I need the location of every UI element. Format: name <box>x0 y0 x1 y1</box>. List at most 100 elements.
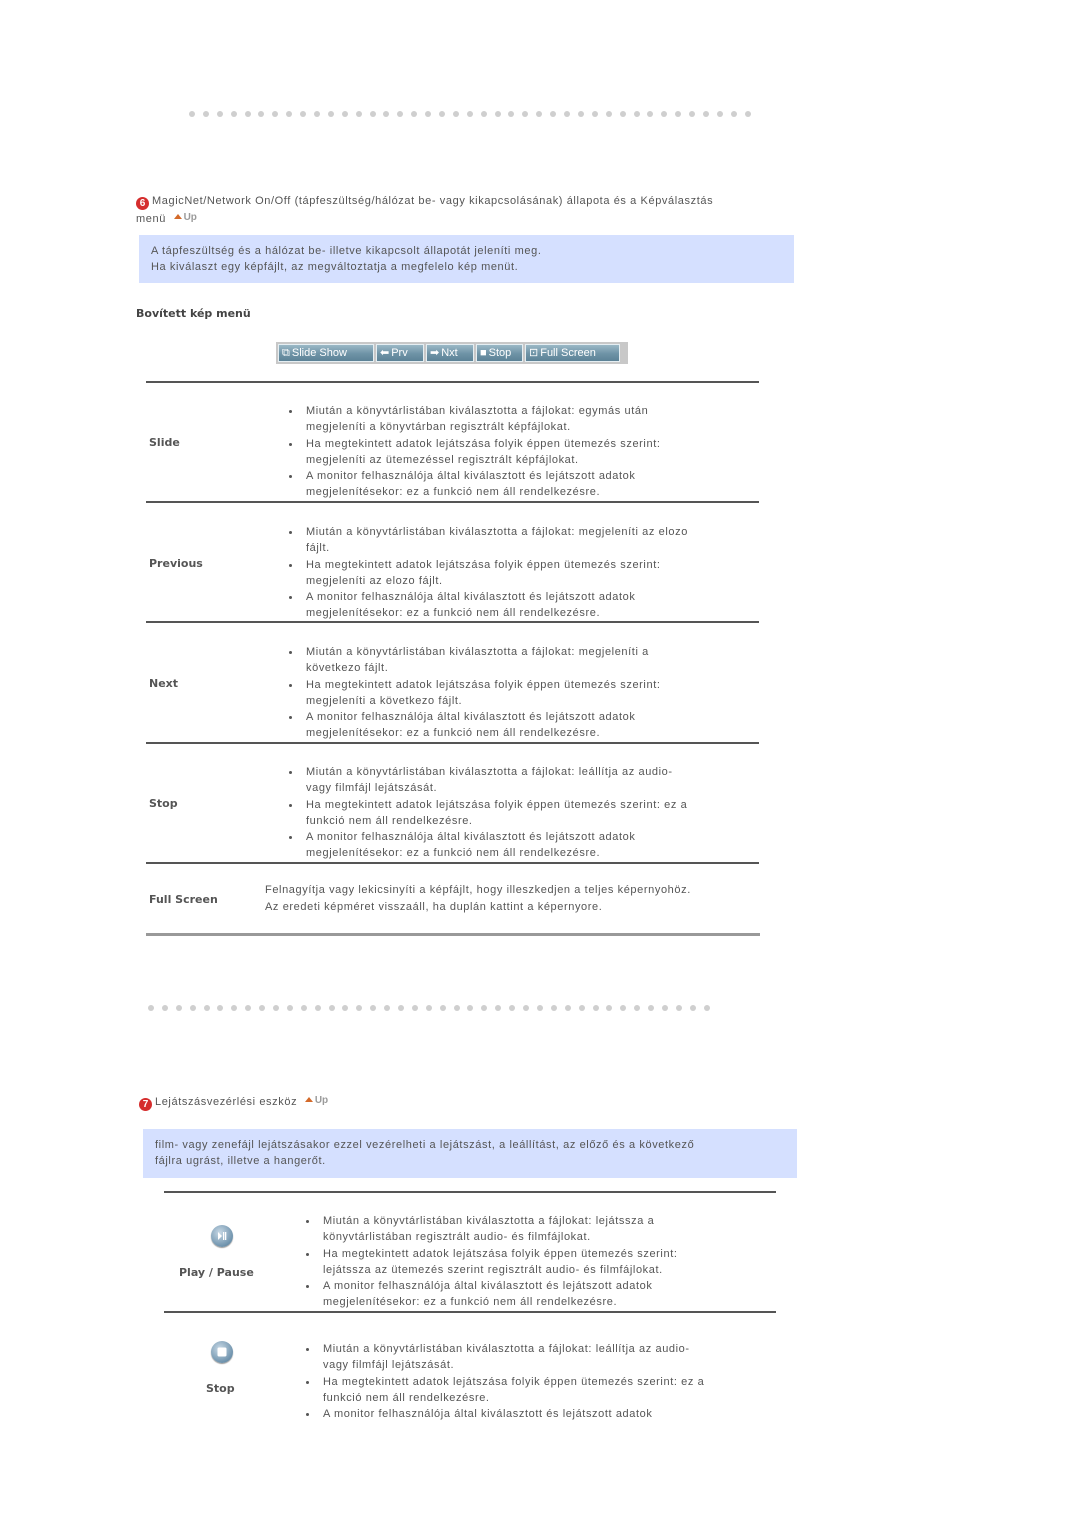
divider-dot <box>411 111 418 117</box>
divider-dot <box>397 111 404 117</box>
full-screen-button[interactable]: ⊡ Full Screen <box>525 344 620 362</box>
divider-dot <box>328 1005 335 1011</box>
bullet-item: Miután a könyvtárlistában kiválasztotta … <box>289 644 749 677</box>
divider-dot <box>702 111 709 117</box>
stop-square-icon: ■ <box>480 347 487 359</box>
bullet-item: Miután a könyvtárlistában kiválasztotta … <box>306 1213 776 1246</box>
bullet-item: Miután a könyvtárlistában kiválasztotta … <box>306 1341 776 1374</box>
row-label-previous: Previous <box>149 557 203 570</box>
bullet-item: A monitor felhasználója által kiválaszto… <box>289 829 759 862</box>
divider-dot <box>550 1005 557 1011</box>
section-6-title-line2: menü <box>136 213 166 225</box>
divider-dot <box>661 111 668 117</box>
divider-dot <box>522 111 529 117</box>
divider-dot <box>286 1005 293 1011</box>
divider-dot <box>244 111 251 117</box>
divider-dot <box>175 1005 182 1011</box>
divider-dot <box>591 111 598 117</box>
info-line-1: film- vagy zenefájl lejátszásakor ezzel … <box>155 1139 695 1151</box>
divider-dot <box>439 111 446 117</box>
bullet-item: Ha megtekintett adatok lejátszása folyik… <box>289 797 759 830</box>
divider-dot <box>633 111 640 117</box>
slideshow-icon: ⧉ <box>282 347 290 359</box>
divider-dot <box>577 111 584 117</box>
divider-dot <box>453 1005 460 1011</box>
divider-dot <box>716 111 723 117</box>
fullscreen-icon: ⊡ <box>529 347 539 359</box>
divider-dot <box>675 111 682 117</box>
bullet-item: Ha megtekintett adatok lejátszása folyik… <box>289 557 749 590</box>
divider-dot <box>536 111 543 117</box>
row-label-play-pause: Play / Pause <box>179 1266 254 1279</box>
section-6-title-line1: MagicNet/Network On/Off (tápfeszültség/h… <box>152 195 714 207</box>
divider-dot <box>675 1005 682 1011</box>
up-label: Up <box>314 1095 329 1106</box>
divider-dot <box>314 1005 321 1011</box>
divider-dot <box>495 1005 502 1011</box>
up-label: Up <box>183 212 197 223</box>
section-7-info-box: film- vagy zenefájl lejátszásakor ezzel … <box>143 1129 797 1178</box>
divider-dot <box>342 1005 349 1011</box>
divider-dot <box>258 111 265 117</box>
divider-dot <box>689 1005 696 1011</box>
row-divider <box>146 501 759 503</box>
divider-dot <box>189 111 195 117</box>
divider-dot <box>536 1005 543 1011</box>
full-screen-text-line1: Felnagyítja vagy lekicsinyíti a képfájlt… <box>265 884 691 896</box>
row-label-stop: Stop <box>149 797 178 810</box>
arrow-left-icon: ⬅ <box>380 347 390 359</box>
row-slide-bullets: Miután a könyvtárlistában kiválasztotta … <box>289 403 749 501</box>
divider-dot <box>730 111 737 117</box>
row-divider <box>164 1311 776 1313</box>
divider-dot <box>509 1005 516 1011</box>
divider-dot <box>231 1005 238 1011</box>
slide-show-button[interactable]: ⧉ Slide Show <box>278 344 374 362</box>
bullet-item: Miután a könyvtárlistában kiválasztotta … <box>289 524 749 557</box>
divider-dot <box>384 1005 391 1011</box>
up-link[interactable]: Up <box>173 210 197 226</box>
number-7-icon: 7 <box>139 1098 152 1111</box>
divider-dot <box>425 111 432 117</box>
divider-dot <box>689 111 696 117</box>
stop-label: Stop <box>488 347 512 359</box>
arrow-right-icon: ➡ <box>430 347 440 359</box>
divider-dot <box>744 111 751 117</box>
row-divider <box>146 862 759 864</box>
row-divider <box>146 742 759 744</box>
divider-dot <box>314 111 321 117</box>
info-line-2: Ha kiválaszt egy képfájlt, az megváltozt… <box>151 261 519 273</box>
stop-button[interactable]: ■ Stop <box>476 344 523 362</box>
previous-button[interactable]: ⬅ Prv <box>376 344 424 362</box>
row-label-next: Next <box>149 677 179 690</box>
row-play-pause-bullets: Miután a könyvtárlistában kiválasztotta … <box>306 1213 776 1311</box>
divider-dot <box>439 1005 446 1011</box>
previous-label: Prv <box>391 347 408 359</box>
row-full-screen-text: Felnagyítja vagy lekicsinyíti a képfájlt… <box>265 882 765 916</box>
divider-dot <box>619 111 626 117</box>
next-button[interactable]: ➡ Nxt <box>426 344 474 362</box>
bullet-item: Ha megtekintett adatok lejátszása folyik… <box>289 436 749 469</box>
divider-dot <box>508 111 515 117</box>
divider-dot <box>272 111 279 117</box>
image-menu-toolbar: ⧉ Slide Show ⬅ Prv ➡ Nxt ■ Stop ⊡ Full Screen <box>276 342 628 364</box>
divider-dot <box>273 1005 280 1011</box>
table-top-rule <box>164 1191 776 1193</box>
table-bottom-rule <box>146 933 760 936</box>
divider-dot <box>245 1005 252 1011</box>
dotted-divider <box>148 1005 718 1011</box>
up-arrow-icon <box>173 214 182 219</box>
divider-dot <box>648 1005 655 1011</box>
divider-dot <box>300 1005 307 1011</box>
divider-dot <box>494 111 501 117</box>
divider-dot <box>661 1005 668 1011</box>
divider-dot <box>161 1005 168 1011</box>
divider-dot <box>355 111 362 117</box>
divider-dot <box>369 111 376 117</box>
divider-dot <box>300 111 307 117</box>
divider-dot <box>703 1005 710 1011</box>
bullet-item: A monitor felhasználója által kiválaszto… <box>289 709 749 742</box>
up-link[interactable]: Up <box>304 1093 329 1109</box>
divider-dot <box>411 1005 418 1011</box>
divider-dot <box>202 111 209 117</box>
section-6-heading: 6 MagicNet/Network On/Off (tápfeszültség/… <box>136 193 796 227</box>
